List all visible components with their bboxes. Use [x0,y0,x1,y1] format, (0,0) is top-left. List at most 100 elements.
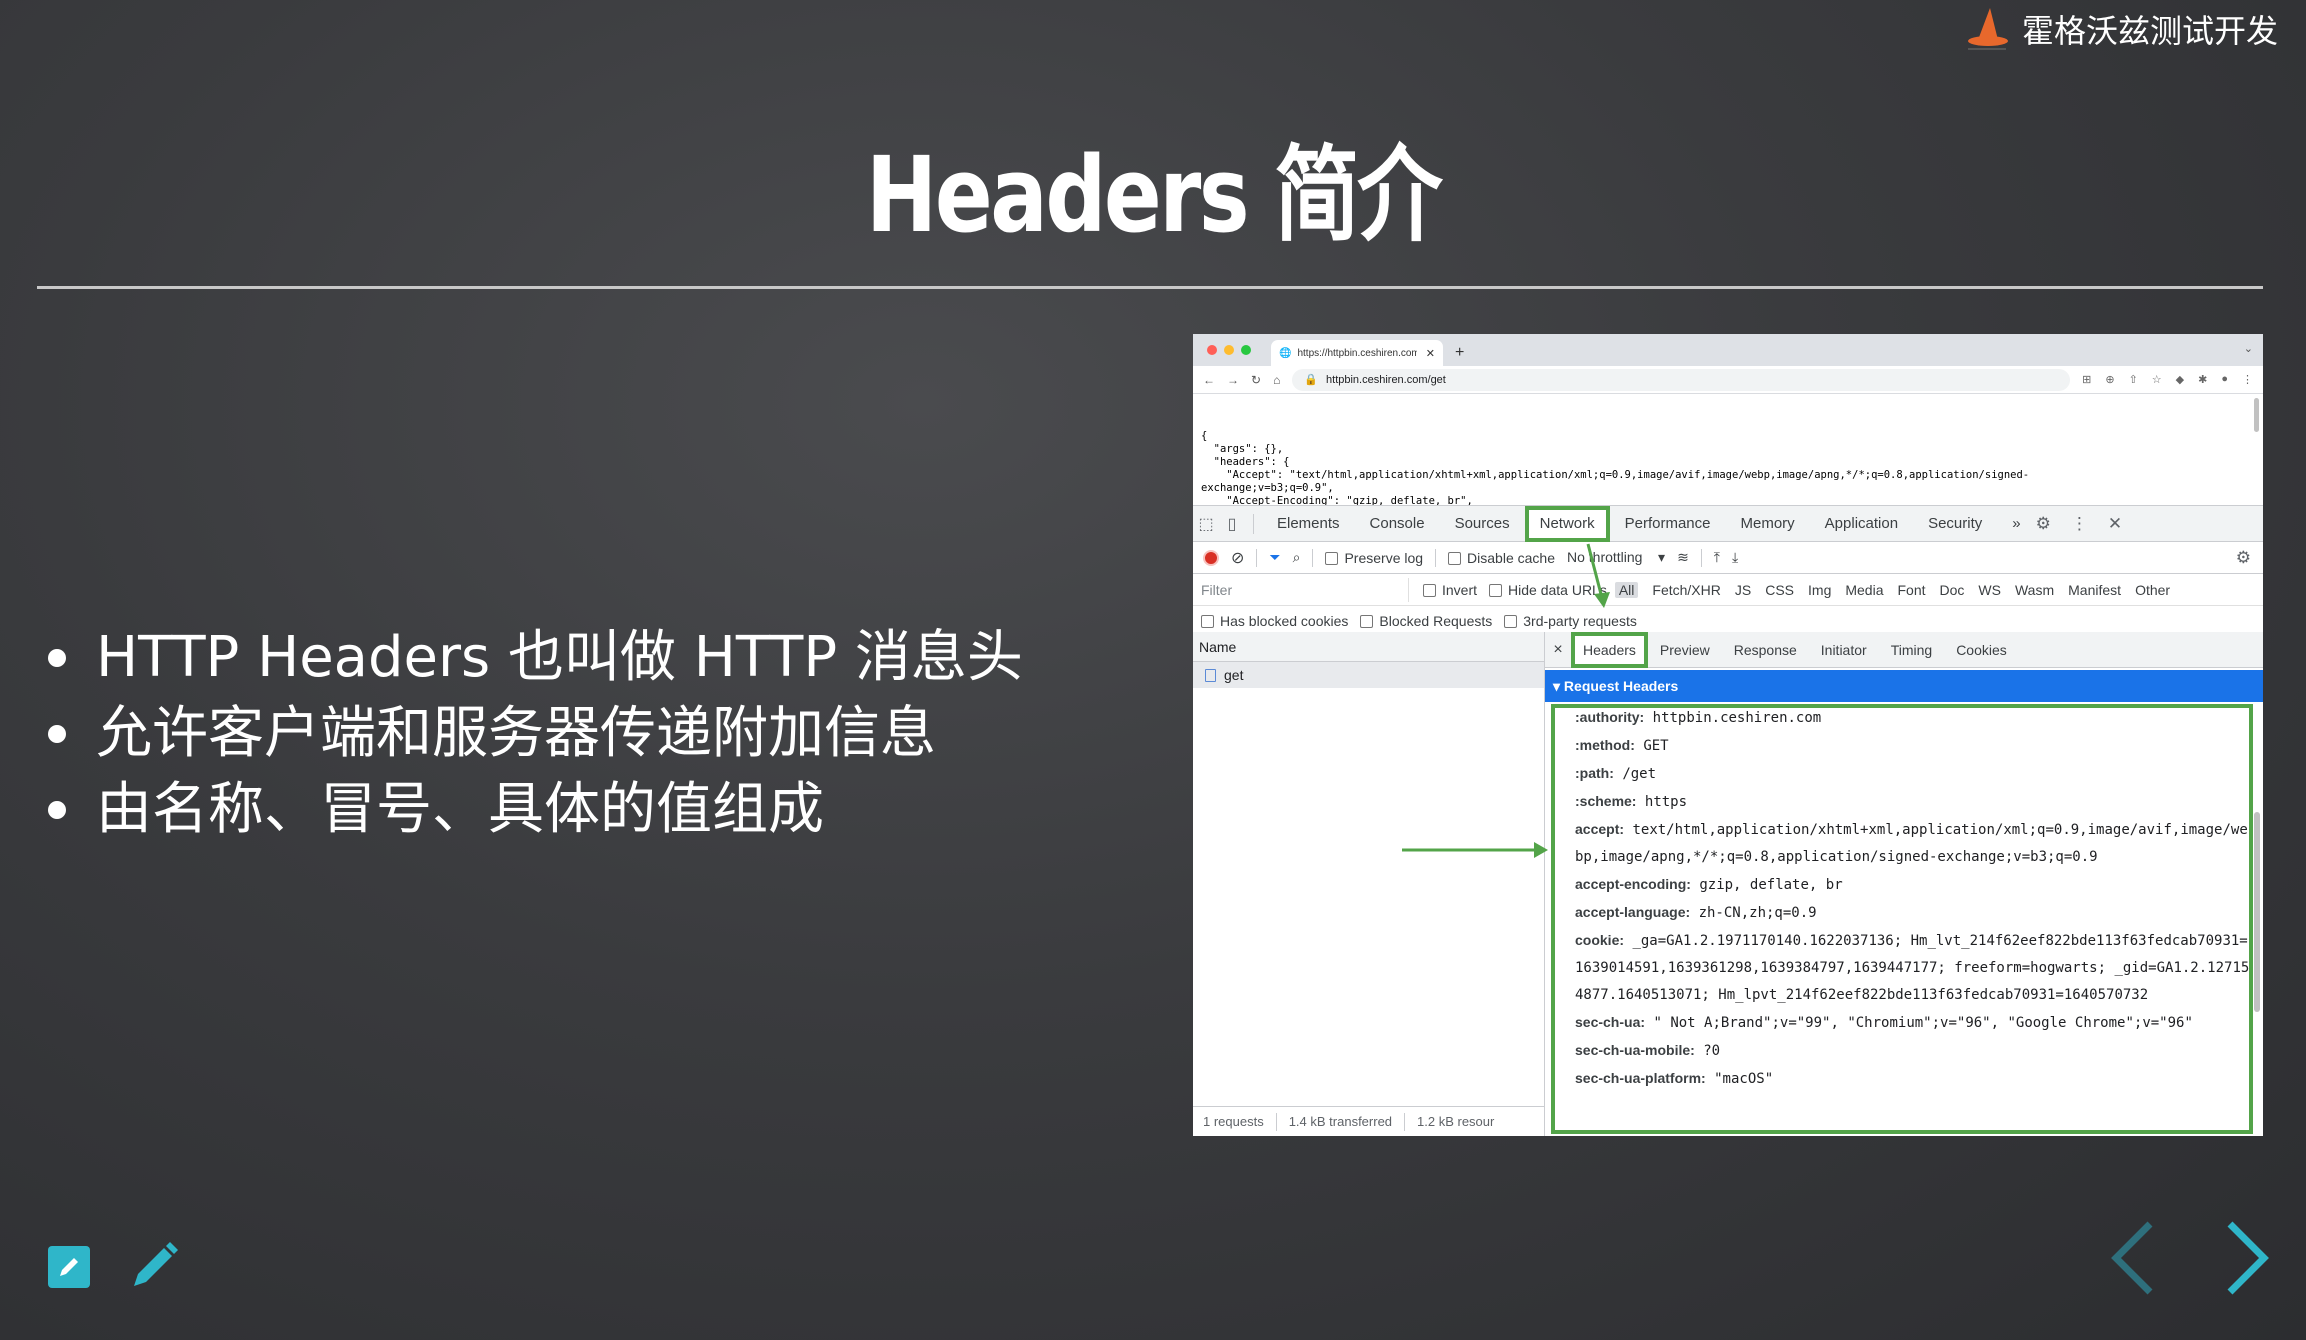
bullet-text: 由名称、冒号、具体的值组成 [96,777,824,842]
type-wasm[interactable]: Wasm [2015,582,2054,598]
annotation-arrow [1586,543,1610,608]
pencil-icon[interactable] [126,1238,182,1294]
zoom-icon[interactable]: ⊕ [2105,373,2114,386]
previous-slide-icon[interactable] [2108,1220,2158,1296]
avatar[interactable]: ● [2221,373,2228,386]
divider [1312,548,1314,567]
tab-sources[interactable]: Sources [1440,506,1525,542]
search-icon[interactable]: ⌕ [1293,549,1301,566]
document-icon [1205,668,1216,682]
name-column-header[interactable]: Name [1193,632,1544,662]
tab-initiator[interactable]: Initiator [1809,632,1879,668]
header-key: :scheme: [1575,793,1637,809]
bullet-dot [48,725,66,743]
network-settings-icon[interactable]: ⚙ [2236,548,2251,568]
url-input[interactable]: 🔒 httpbin.ceshiren.com/get [1292,368,2071,391]
tab-elements[interactable]: Elements [1262,506,1355,542]
filter-icon[interactable]: ⏷ [1269,549,1280,566]
tab-memory[interactable]: Memory [1726,506,1810,542]
filter-bar: Filter Invert Hide data URLs All Fetch/X… [1193,574,2263,606]
tab-cookies[interactable]: Cookies [1944,632,2019,668]
network-panel: Name get 1 requests 1.4 kB transferred 1… [1193,631,2263,1136]
tab-performance[interactable]: Performance [1610,506,1726,542]
type-doc[interactable]: Doc [1940,582,1965,598]
import-icon[interactable]: ⤒ [1714,549,1720,566]
scrollbar[interactable] [2254,812,2260,1012]
close-details-icon[interactable]: × [1545,641,1571,659]
browser-tab-title: https://httpbin.ceshiren.com/g [1297,347,1418,359]
record-icon[interactable] [1203,549,1219,566]
tab-security[interactable]: Security [1913,506,1997,542]
header-value: https [1636,794,1688,810]
request-count: 1 requests [1203,1114,1264,1129]
tab-response[interactable]: Response [1722,632,1809,668]
translate-icon[interactable]: ⊞ [2082,373,2091,386]
third-party-checkbox[interactable]: 3rd-party requests [1504,613,1637,629]
type-font[interactable]: Font [1898,582,1926,598]
blocked-requests-checkbox[interactable]: Blocked Requests [1360,613,1492,629]
extension-icon[interactable]: ◆ [2176,373,2184,386]
resource-type-filters: All Fetch/XHR JS CSS Img Media Font Doc … [1614,581,2170,598]
json-line: "Accept": "text/html,application/xhtml+x… [1201,469,2030,481]
close-window-icon[interactable] [1207,345,1217,355]
request-name: get [1224,667,1244,683]
close-tab-icon[interactable]: ✕ [1426,347,1435,360]
slide-title: Headers 简介 [865,134,1443,256]
star-icon[interactable]: ☆ [2152,373,2162,386]
export-icon[interactable]: ⤓ [1732,549,1738,566]
browser-tab[interactable]: 🌐 https://httpbin.ceshiren.com/g ✕ [1271,340,1443,366]
new-tab-icon[interactable]: + [1455,340,1464,366]
type-manifest[interactable]: Manifest [2068,582,2121,598]
type-fetch-xhr[interactable]: Fetch/XHR [1652,582,1720,598]
bullet-item: HTTP Headers 也叫做 HTTP 消息头 [48,620,1023,696]
request-list: Name get 1 requests 1.4 kB transferred 1… [1193,632,1545,1136]
forward-icon[interactable]: → [1227,373,1239,387]
blocked-cookies-checkbox[interactable]: Has blocked cookies [1201,613,1348,629]
back-icon[interactable]: ← [1203,373,1215,387]
tab-application[interactable]: Application [1810,506,1913,542]
minimize-window-icon[interactable] [1224,345,1234,355]
url-text: httpbin.ceshiren.com/get [1326,373,1446,386]
puzzle-icon[interactable]: ✱ [2198,373,2207,386]
header-key: accept: [1575,821,1625,837]
scrollbar[interactable] [2254,398,2259,432]
chevron-down-icon[interactable]: ⌄ [2244,342,2253,355]
type-ws[interactable]: WS [1978,582,2001,598]
divider [1700,548,1702,567]
menu-icon[interactable]: ⋮ [2242,373,2253,386]
table-row[interactable]: get [1193,662,1544,688]
gear-icon[interactable]: ⚙ [2036,514,2051,534]
edit-box-icon[interactable] [46,1244,92,1290]
kebab-menu-icon[interactable]: ⋮ [2071,514,2088,534]
window-controls[interactable] [1207,345,1251,355]
maximize-window-icon[interactable] [1241,345,1251,355]
share-icon[interactable]: ⇧ [2129,373,2138,386]
clear-icon[interactable]: ⊘ [1231,548,1244,568]
filter-input[interactable]: Filter [1199,577,1409,602]
annotation-arrow [1402,842,1548,858]
type-media[interactable]: Media [1845,582,1883,598]
tab-headers[interactable]: Headers [1571,631,1648,668]
header-row: :scheme: https [1575,788,2253,816]
preserve-log-checkbox[interactable]: Preserve log [1325,550,1423,566]
inspect-element-icon[interactable]: ⬚ [1193,514,1219,534]
reload-icon[interactable]: ↻ [1251,373,1261,387]
disable-cache-checkbox[interactable]: Disable cache [1448,550,1555,566]
device-toolbar-icon[interactable]: ▯ [1219,514,1245,534]
type-js[interactable]: JS [1735,582,1751,598]
type-other[interactable]: Other [2135,582,2170,598]
invert-checkbox[interactable]: Invert [1423,582,1477,598]
request-headers-section[interactable]: ▾ Request Headers [1545,670,2263,702]
more-tabs-icon[interactable]: » [1997,506,2035,542]
tab-network[interactable]: Network [1524,505,1610,542]
type-css[interactable]: CSS [1765,582,1794,598]
next-slide-icon[interactable] [2222,1220,2272,1296]
header-row: sec-ch-ua-platform: "macOS" [1575,1065,2253,1093]
tab-preview[interactable]: Preview [1648,632,1722,668]
type-img[interactable]: Img [1808,582,1831,598]
wifi-icon[interactable]: ≋ [1677,549,1689,566]
tab-timing[interactable]: Timing [1879,632,1945,668]
tab-console[interactable]: Console [1355,506,1440,542]
home-icon[interactable]: ⌂ [1273,373,1280,387]
close-icon[interactable]: ✕ [2108,514,2122,534]
